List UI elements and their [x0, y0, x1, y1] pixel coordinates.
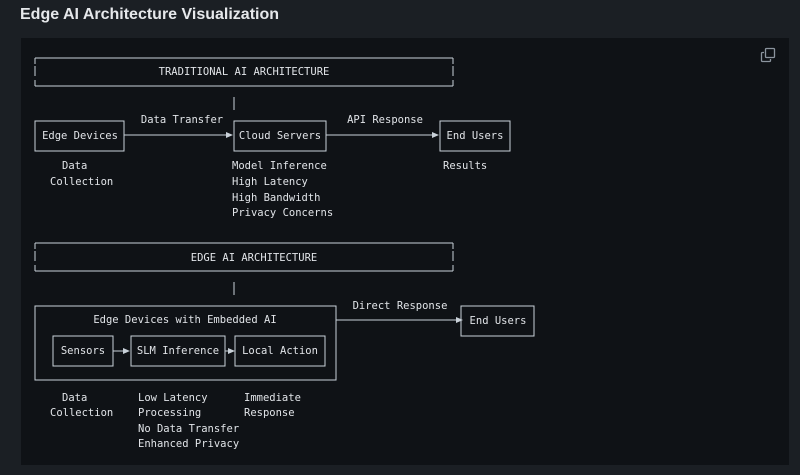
cloud-note: High Latency: [232, 176, 308, 188]
page-title: Edge AI Architecture Visualization: [20, 6, 280, 23]
edge-note: Data: [62, 160, 87, 172]
action-note: Response: [244, 407, 295, 419]
end-users-label: End Users: [470, 315, 527, 327]
cloud-note: Privacy Concerns: [232, 207, 333, 219]
inference-note: Enhanced Privacy: [138, 438, 239, 450]
cloud-note: Model Inference: [232, 160, 327, 172]
code-block-panel: TRADITIONAL AI ARCHITECTURE Edge Devices…: [21, 38, 789, 465]
cloud-servers-label: Cloud Servers: [239, 130, 321, 142]
container-title: Edge Devices with Embedded AI: [93, 314, 276, 326]
sensors-label: Sensors: [61, 345, 105, 357]
action-note: Immediate: [244, 392, 301, 404]
direct-response-label: Direct Response: [353, 300, 448, 312]
inference-note: Low Latency: [138, 392, 208, 404]
cloud-note: High Bandwidth: [232, 192, 321, 204]
edge-header-text: EDGE AI ARCHITECTURE: [191, 252, 317, 264]
edge-devices-label: Edge Devices: [42, 130, 118, 142]
edge-note: Collection: [50, 176, 113, 188]
local-action-label: Local Action: [242, 345, 318, 357]
end-users-label: End Users: [447, 130, 504, 142]
slm-inference-label: SLM Inference: [137, 345, 219, 357]
architecture-diagram: TRADITIONAL AI ARCHITECTURE Edge Devices…: [34, 57, 535, 450]
inference-note: No Data Transfer: [138, 423, 239, 435]
sensor-note: Data: [62, 392, 87, 404]
traditional-header-text: TRADITIONAL AI ARCHITECTURE: [159, 66, 330, 78]
sensor-note: Collection: [50, 407, 113, 419]
data-transfer-label: Data Transfer: [141, 114, 223, 126]
user-note: Results: [443, 160, 487, 172]
inference-note: Processing: [138, 407, 201, 419]
api-response-label: API Response: [347, 114, 423, 126]
